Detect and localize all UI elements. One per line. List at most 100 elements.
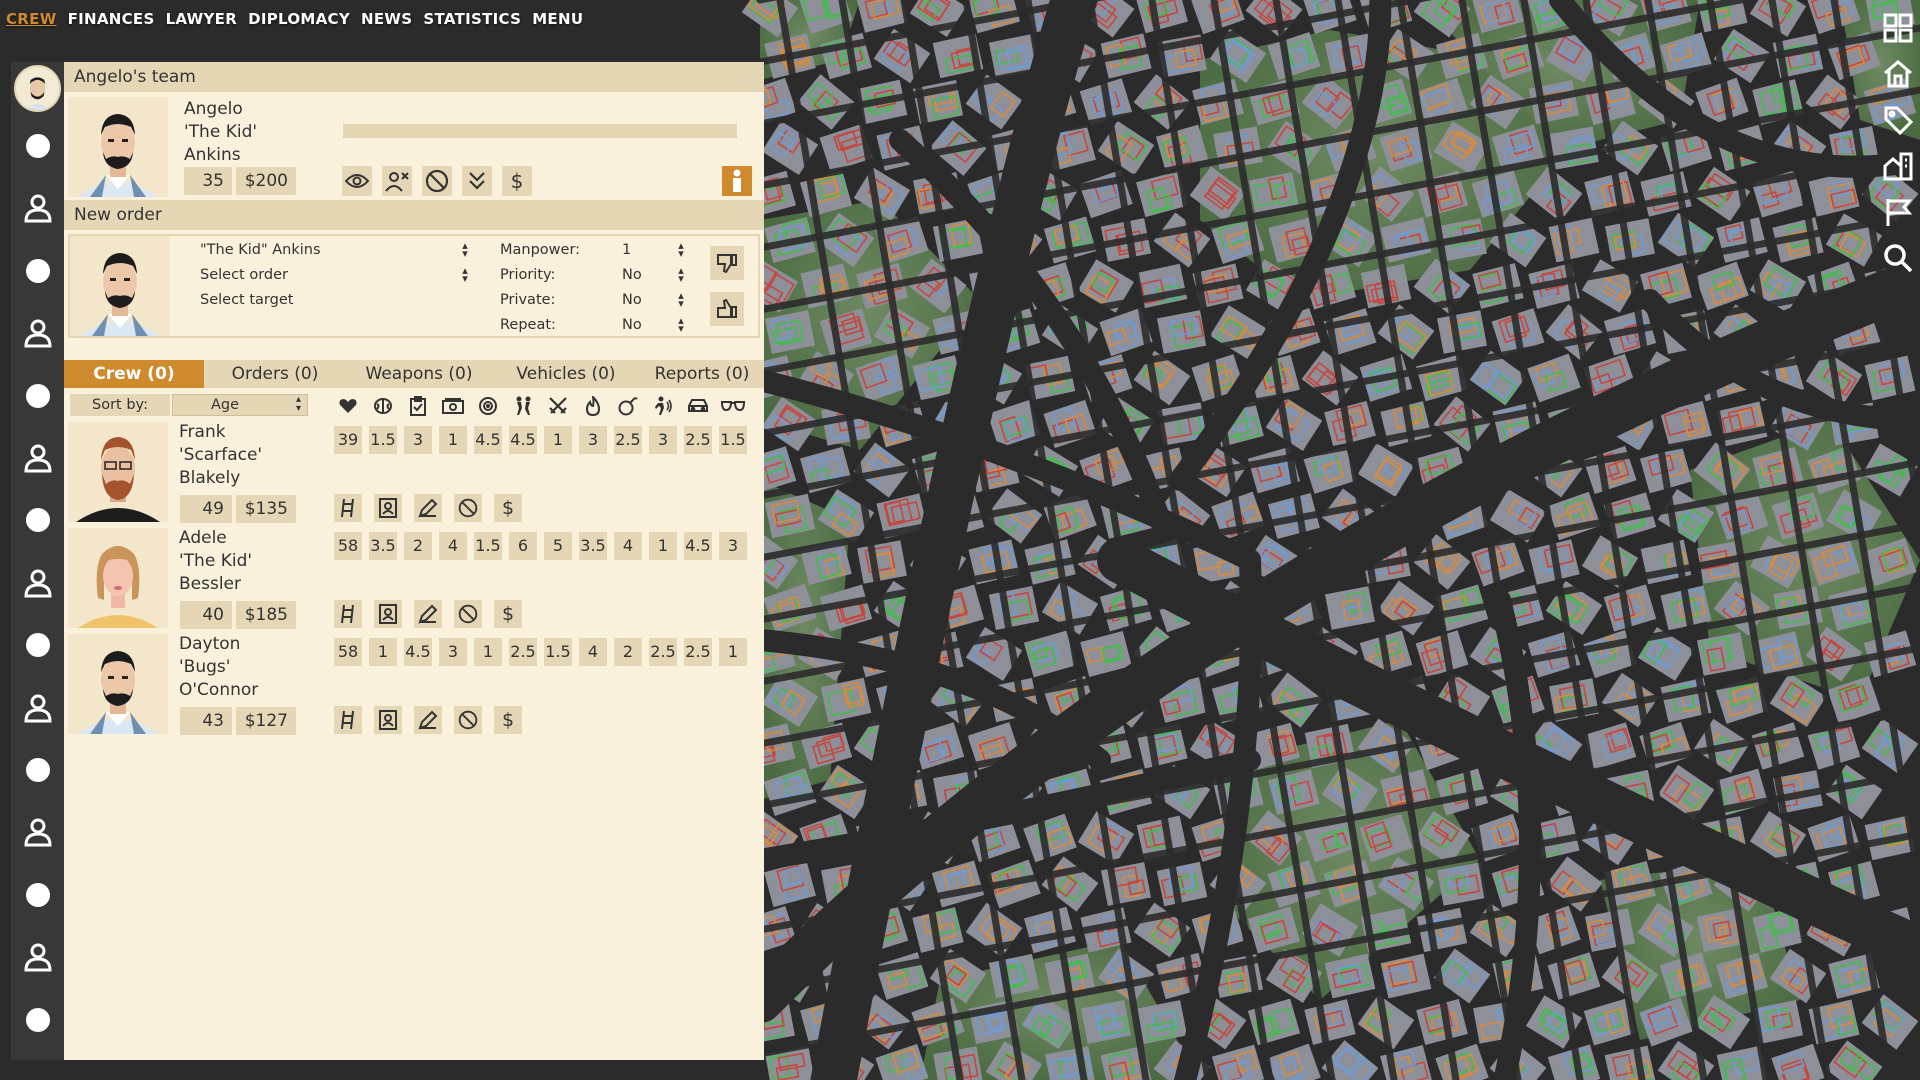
team-slot-empty[interactable] bbox=[11, 126, 64, 166]
grid-icon[interactable] bbox=[1878, 8, 1918, 48]
tab-reports[interactable]: Reports (0) bbox=[640, 360, 764, 388]
crew-pay-button[interactable]: $ bbox=[494, 706, 522, 734]
team-slot-member[interactable] bbox=[11, 937, 64, 977]
crew-portrait[interactable] bbox=[68, 422, 168, 522]
team-slot-empty[interactable] bbox=[11, 1000, 64, 1040]
pencil-icon bbox=[418, 710, 438, 730]
crew-pay-button[interactable]: $ bbox=[494, 600, 522, 628]
crew-stat-brain: 3.5 bbox=[369, 532, 397, 560]
team-slot-member[interactable] bbox=[11, 563, 64, 603]
leader-last-name: Ankins bbox=[184, 145, 241, 165]
team-slot-empty[interactable] bbox=[11, 875, 64, 915]
crew-nickname: 'Scarface' bbox=[179, 445, 263, 465]
leader-status-button[interactable] bbox=[722, 166, 752, 196]
order-member-spinner[interactable]: ▴ ▾ bbox=[460, 240, 470, 259]
crew-edit-button[interactable] bbox=[414, 600, 442, 628]
crew-profile-button[interactable] bbox=[374, 494, 402, 522]
repeat-spinner[interactable]: ▴ ▾ bbox=[676, 315, 686, 334]
team-leader-avatar[interactable] bbox=[14, 65, 61, 112]
sort-select[interactable]: Age ▴ ▾ bbox=[172, 394, 308, 416]
nav-menu[interactable]: MENU bbox=[532, 10, 583, 28]
team-slot-empty[interactable] bbox=[11, 625, 64, 665]
empty-slot-dot-icon bbox=[25, 258, 50, 283]
private-spinner[interactable]: ▴ ▾ bbox=[676, 290, 686, 309]
team-slot-empty[interactable] bbox=[11, 376, 64, 416]
crew-pay: $135 bbox=[236, 495, 296, 523]
priority-spinner[interactable]: ▴ ▾ bbox=[676, 265, 686, 284]
user-remove-icon bbox=[385, 170, 409, 192]
crew-block-button[interactable] bbox=[454, 706, 482, 734]
fight-icon bbox=[509, 396, 537, 416]
order-type-spinner[interactable]: ▴ ▾ bbox=[460, 265, 470, 284]
crew-promote-button[interactable] bbox=[334, 494, 362, 522]
crew-portrait[interactable] bbox=[68, 528, 168, 628]
crew-portrait[interactable] bbox=[68, 634, 168, 734]
team-slot-member[interactable] bbox=[11, 688, 64, 728]
crew-age: 40 bbox=[180, 601, 232, 629]
crew-pay: $185 bbox=[236, 601, 296, 629]
crew-stat-heart: 58 bbox=[334, 638, 362, 666]
crew-last-name: Bessler bbox=[179, 574, 242, 594]
crew-profile-button[interactable] bbox=[374, 706, 402, 734]
crew-promote-button[interactable] bbox=[334, 706, 362, 734]
thumbs-down-icon bbox=[716, 252, 738, 274]
flag-icon[interactable] bbox=[1878, 192, 1918, 232]
cancel-order-button[interactable] bbox=[710, 246, 744, 280]
leader-portrait[interactable] bbox=[68, 97, 168, 197]
order-type-select[interactable]: Select order bbox=[200, 267, 288, 283]
team-slot-empty[interactable] bbox=[11, 750, 64, 790]
private-value: No bbox=[622, 292, 642, 308]
nav-statistics[interactable]: STATISTICS bbox=[423, 10, 521, 28]
crew-block-button[interactable] bbox=[454, 600, 482, 628]
crew-block-button[interactable] bbox=[454, 494, 482, 522]
nav-lawyer[interactable]: LAWYER bbox=[166, 10, 238, 28]
sort-value: Age bbox=[211, 397, 240, 413]
ban-icon bbox=[458, 604, 478, 624]
demote-button[interactable] bbox=[462, 166, 492, 196]
nav-news[interactable]: NEWS bbox=[361, 10, 412, 28]
private-label: Private: bbox=[500, 292, 556, 308]
team-slot-member[interactable] bbox=[11, 313, 64, 353]
dollar-icon: $ bbox=[501, 497, 515, 519]
view-button[interactable] bbox=[342, 166, 372, 196]
crew-panel: Angelo's team Angelo 'The Kid' Ankins 35… bbox=[64, 62, 764, 1060]
tab-orders[interactable]: Orders (0) bbox=[210, 360, 340, 388]
tab-weapons[interactable]: Weapons (0) bbox=[344, 360, 494, 388]
team-slot-empty[interactable] bbox=[11, 500, 64, 540]
sneak-icon bbox=[649, 396, 677, 416]
dollar-icon: $ bbox=[510, 169, 524, 193]
dollar-icon: $ bbox=[501, 603, 515, 625]
order-member-select[interactable]: "The Kid" Ankins bbox=[200, 242, 321, 258]
pay-button[interactable]: $ bbox=[502, 166, 532, 196]
team-slot-member[interactable] bbox=[11, 812, 64, 852]
home-icon[interactable] bbox=[1878, 54, 1918, 94]
tab-vehicles[interactable]: Vehicles (0) bbox=[496, 360, 636, 388]
nav-diplomacy[interactable]: DIPLOMACY bbox=[248, 10, 350, 28]
crew-pay-button[interactable]: $ bbox=[494, 494, 522, 522]
priority-value: No bbox=[622, 267, 642, 283]
crew-profile-button[interactable] bbox=[374, 600, 402, 628]
crew-edit-button[interactable] bbox=[414, 494, 442, 522]
confirm-order-button[interactable] bbox=[710, 292, 744, 326]
crew-stat-money: 1 bbox=[439, 426, 467, 454]
buildings-icon[interactable] bbox=[1878, 146, 1918, 186]
search-icon[interactable] bbox=[1878, 238, 1918, 278]
order-target-select[interactable]: Select target bbox=[200, 292, 293, 308]
block-button[interactable] bbox=[422, 166, 452, 196]
nav-crew[interactable]: CREW bbox=[6, 10, 57, 28]
team-header: Angelo's team bbox=[64, 62, 764, 92]
crew-promote-button[interactable] bbox=[334, 600, 362, 628]
team-slot-empty[interactable] bbox=[11, 251, 64, 291]
dismiss-button[interactable] bbox=[382, 166, 412, 196]
team-slot-member[interactable] bbox=[11, 188, 64, 228]
crossed-swords-icon bbox=[544, 396, 572, 416]
tab-crew[interactable]: Crew (0) bbox=[64, 360, 204, 388]
team-slot-member[interactable] bbox=[11, 438, 64, 478]
manpower-spinner[interactable]: ▴ ▾ bbox=[676, 240, 686, 259]
city-block[interactable] bbox=[1549, 126, 1599, 170]
crew-age: 43 bbox=[180, 707, 232, 735]
nav-finances[interactable]: FINANCES bbox=[68, 10, 155, 28]
crew-pay: $127 bbox=[236, 707, 296, 735]
tag-icon[interactable] bbox=[1878, 100, 1918, 140]
crew-edit-button[interactable] bbox=[414, 706, 442, 734]
